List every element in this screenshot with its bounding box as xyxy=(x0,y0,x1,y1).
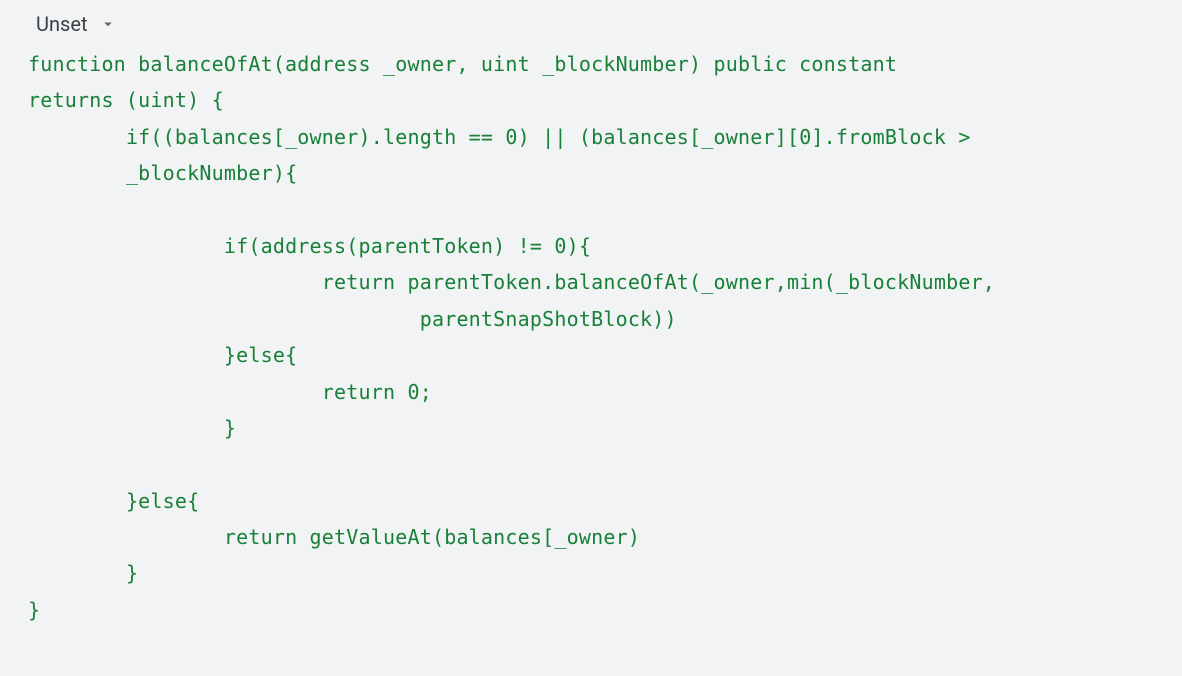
language-dropdown-icon[interactable] xyxy=(99,15,117,33)
code-container: function balanceOfAt(address _owner, uin… xyxy=(0,46,1182,648)
code-block: function balanceOfAt(address _owner, uin… xyxy=(28,46,1154,628)
code-block-header: Unset xyxy=(0,0,1182,46)
language-label: Unset xyxy=(36,12,87,36)
code-content: function balanceOfAt(address _owner, uin… xyxy=(28,52,995,622)
